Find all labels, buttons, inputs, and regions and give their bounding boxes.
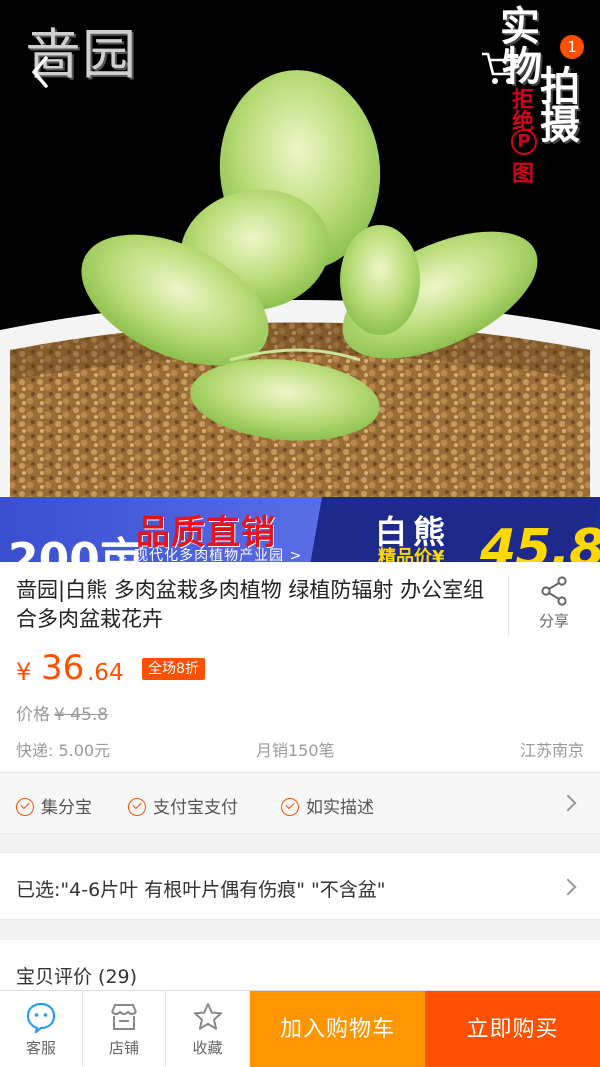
share-icon	[541, 576, 567, 606]
add-to-cart-button[interactable]: 加入购物车	[250, 991, 425, 1067]
chevron-right-icon	[559, 878, 577, 896]
service-item: 集分宝	[16, 793, 92, 818]
product-title: 啬园|白熊 多肉盆栽多肉植物 绿植防辐射 办公室组合多肉盆栽花卉	[16, 578, 485, 631]
check-circle-icon	[16, 798, 34, 816]
original-price-label: 价格	[16, 705, 50, 725]
promo-banner[interactable]: 200亩 品质直销 < 现代化多肉植物产业园 > 白熊 精品价¥ 45.8	[0, 497, 600, 562]
stamp-red-char: 图	[512, 161, 535, 187]
buy-now-button[interactable]: 立即购买	[425, 991, 600, 1067]
service-item: 支付宝支付	[128, 793, 238, 818]
price-decimal: .64	[87, 660, 124, 686]
cart-count-badge: 1	[560, 35, 584, 59]
check-circle-icon	[281, 798, 299, 816]
shipping-fee: 快递: 5.00元	[16, 741, 111, 760]
star-icon	[193, 1003, 222, 1030]
stamp-p-badge: P	[511, 129, 537, 155]
back-arrow-icon	[32, 56, 48, 88]
stamp-char: 摄	[540, 101, 580, 148]
ship-from-location: 江苏南京	[519, 741, 584, 760]
customer-service-icon	[26, 1002, 56, 1033]
reviews-title: 宝贝评价 (29)	[16, 966, 138, 988]
share-label: 分享	[538, 612, 569, 630]
back-button[interactable]	[16, 48, 64, 96]
shop-icon	[111, 1004, 137, 1030]
product-meta: 快递: 5.00元 月销150笔 江苏南京	[16, 737, 584, 760]
banner-subtitle: < 现代化多肉植物产业园 >	[116, 548, 303, 562]
discount-badge: 全场8折	[142, 658, 205, 680]
share-button[interactable]: 分享	[524, 574, 584, 638]
customer-service-label: 客服	[25, 1039, 56, 1057]
shop-label: 店铺	[108, 1039, 139, 1057]
product-info: 啬园|白熊 多肉盆栽多肉植物 绿植防辐射 办公室组合多肉盆栽花卉 分享 ¥ 36…	[0, 562, 600, 772]
shopping-cart-icon	[482, 52, 518, 84]
cart-button[interactable]	[478, 48, 522, 88]
check-circle-icon	[128, 798, 146, 816]
service-item: 如实描述	[281, 793, 374, 818]
favorite-label: 收藏	[192, 1039, 223, 1057]
price-integer: 36	[41, 648, 85, 688]
service-guarantees[interactable]: 集分宝 支付宝支付 如实描述	[0, 772, 600, 834]
shop-button[interactable]: 店铺	[83, 991, 166, 1067]
original-price: 价格 ¥ 45.8	[16, 700, 108, 725]
chevron-right-icon	[559, 794, 577, 812]
monthly-sales: 月销150笔	[256, 741, 335, 760]
banner-price: 45.8	[480, 519, 600, 562]
selected-options[interactable]: 已选:"4-6片叶 有根叶片偶有伤痕" "不含盆"	[0, 852, 600, 920]
favorite-button[interactable]: 收藏	[166, 991, 250, 1067]
bottom-action-bar: 客服 店铺 收藏 加入购物车 立即购买	[0, 990, 600, 1067]
selected-options-text: 已选:"4-6片叶 有根叶片偶有伤痕" "不含盆"	[16, 879, 386, 901]
original-price-value: ¥ 45.8	[54, 705, 109, 725]
customer-service-button[interactable]: 客服	[0, 991, 83, 1067]
price-currency: ¥	[16, 658, 32, 686]
banner-price-label: 精品价¥	[378, 547, 445, 562]
product-image[interactable]: 啬园 实 物 拍 摄 拒 绝 P 图 1	[0, 0, 600, 562]
